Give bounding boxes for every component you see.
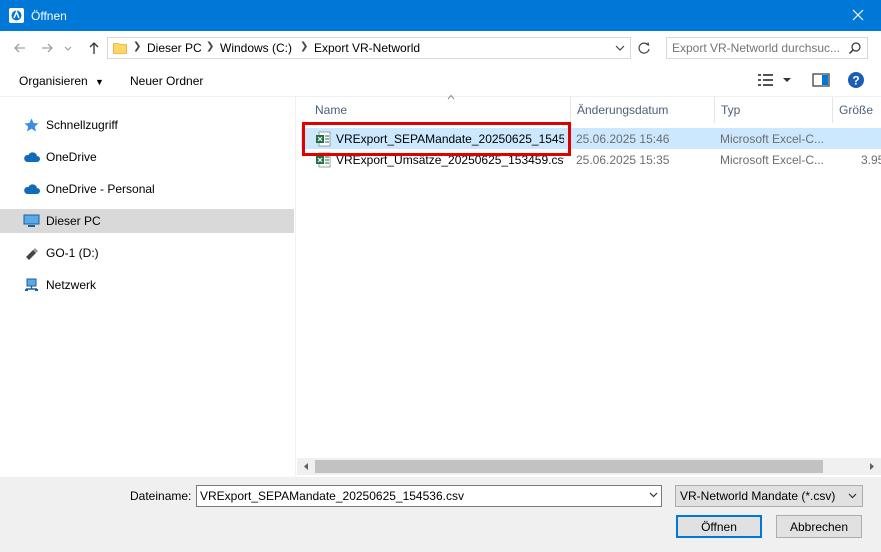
- nav-item-label: OneDrive - Personal: [46, 182, 155, 196]
- filename-combobox[interactable]: [196, 485, 662, 507]
- open-button[interactable]: Öffnen: [676, 515, 762, 538]
- scroll-left-icon[interactable]: [301, 462, 311, 471]
- nav-item-label: Schnellzugriff: [46, 118, 118, 132]
- address-bar[interactable]: ❯ Dieser PC ❯ Windows (C:) ❯ Export VR-N…: [107, 37, 631, 59]
- filetype-value: VR-Networld Mandate (*.csv): [680, 489, 836, 503]
- nav-item-schnellzugriff[interactable]: Schnellzugriff: [0, 113, 294, 137]
- up-arrow-icon[interactable]: [85, 39, 103, 57]
- organize-button[interactable]: Organisieren ▼: [19, 74, 104, 88]
- filetype-select[interactable]: VR-Networld Mandate (*.csv): [675, 485, 863, 507]
- cloud-icon: [24, 184, 40, 194]
- excel-csv-file-icon: [316, 152, 331, 168]
- nav-item-go-1-d[interactable]: GO-1 (D:): [0, 241, 294, 265]
- folder-icon: [113, 43, 127, 54]
- filename-input[interactable]: [200, 488, 640, 504]
- nav-item-label: OneDrive: [46, 150, 97, 164]
- recent-locations-chevron-icon[interactable]: [62, 39, 74, 57]
- breadcrumb-separator-icon: ❯: [133, 41, 142, 52]
- column-header-label: Größe: [839, 103, 874, 117]
- scrollbar-thumb[interactable]: [315, 460, 823, 473]
- breadcrumb-dieser-pc[interactable]: Dieser PC: [147, 41, 202, 55]
- breadcrumb-windows-c[interactable]: Windows (C:): [220, 41, 292, 55]
- search-box[interactable]: [666, 37, 868, 59]
- help-icon[interactable]: ?: [847, 71, 865, 89]
- table-row[interactable]: VRExport_Umsätze_20250625_153459.csv 25.…: [301, 149, 881, 170]
- scroll-right-icon[interactable]: [867, 462, 877, 471]
- address-dropdown-chevron-icon[interactable]: [609, 37, 631, 59]
- navigation-pane: Schnellzugriff OneDrive OneDrive - Perso…: [0, 97, 296, 477]
- title-bar: Öffnen: [0, 0, 881, 31]
- computer-icon: [23, 214, 40, 227]
- file-type: Microsoft Excel-C...: [720, 132, 825, 146]
- column-header-label: Typ: [721, 103, 741, 117]
- close-icon[interactable]: [835, 0, 881, 31]
- preview-pane-icon[interactable]: [812, 72, 830, 88]
- file-date: 25.06.2025 15:46: [576, 132, 670, 146]
- column-header-label: Name: [315, 103, 348, 117]
- column-header-date[interactable]: Änderungsdatum: [571, 97, 715, 123]
- table-row[interactable]: VRExport_SEPAMandate_20250625_15453... 2…: [301, 128, 881, 149]
- file-name: VRExport_SEPAMandate_20250625_15453...: [336, 132, 564, 146]
- breadcrumb-export-vr-networld[interactable]: Export VR-Networld: [314, 41, 420, 55]
- window-title: Öffnen: [31, 9, 67, 23]
- svg-text:?: ?: [852, 74, 859, 88]
- refresh-icon[interactable]: [633, 37, 655, 59]
- network-icon: [25, 278, 38, 291]
- column-header-name[interactable]: Name: [309, 94, 571, 123]
- filename-label: Dateiname:: [130, 489, 192, 503]
- usb-drive-icon: [26, 248, 38, 260]
- file-size: 3.95: [861, 153, 881, 167]
- excel-csv-file-icon: [316, 131, 331, 147]
- nav-item-label: Dieser PC: [46, 214, 101, 228]
- file-type: Microsoft Excel-C...: [720, 153, 825, 167]
- star-icon: [24, 118, 39, 132]
- search-icon[interactable]: [848, 41, 862, 55]
- nav-item-label: Netzwerk: [46, 278, 97, 292]
- file-date: 25.06.2025 15:35: [576, 153, 670, 167]
- back-arrow-icon[interactable]: [11, 39, 29, 57]
- horizontal-scrollbar[interactable]: [297, 458, 881, 475]
- column-header-type[interactable]: Typ: [715, 97, 833, 123]
- column-header-size[interactable]: Größe: [833, 97, 881, 123]
- chevron-down-icon: ▼: [95, 77, 104, 87]
- nav-item-label: GO-1 (D:): [46, 246, 99, 260]
- file-name: VRExport_Umsätze_20250625_153459.csv: [336, 153, 564, 167]
- view-options-chevron-icon[interactable]: [782, 72, 792, 88]
- organize-label: Organisieren: [19, 74, 88, 88]
- nav-item-dieser-pc[interactable]: Dieser PC: [0, 209, 294, 233]
- app-icon: [9, 8, 24, 23]
- forward-arrow-icon[interactable]: [38, 39, 56, 57]
- view-details-icon[interactable]: [757, 72, 775, 88]
- cloud-icon: [24, 152, 40, 162]
- new-folder-button[interactable]: Neuer Ordner: [130, 74, 203, 88]
- cancel-button[interactable]: Abbrechen: [776, 515, 862, 538]
- chevron-down-icon: [848, 493, 857, 499]
- sort-ascending-icon: [447, 94, 455, 100]
- dialog-footer: Dateiname: VR-Networld Mandate (*.csv) Ö…: [0, 477, 881, 552]
- file-list-pane: Name Änderungsdatum Typ Größe VRExport_S…: [297, 94, 881, 477]
- search-input[interactable]: [672, 40, 842, 56]
- column-header-label: Änderungsdatum: [577, 103, 669, 117]
- chevron-down-icon[interactable]: [649, 492, 658, 498]
- breadcrumb-separator-icon: ❯: [300, 41, 309, 52]
- command-toolbar: Organisieren ▼ Neuer Ordner ?: [0, 64, 881, 97]
- breadcrumb-separator-icon: ❯: [206, 41, 215, 52]
- nav-item-onedrive-personal[interactable]: OneDrive - Personal: [0, 177, 294, 201]
- nav-item-netzwerk[interactable]: Netzwerk: [0, 273, 294, 297]
- nav-item-onedrive[interactable]: OneDrive: [0, 145, 294, 169]
